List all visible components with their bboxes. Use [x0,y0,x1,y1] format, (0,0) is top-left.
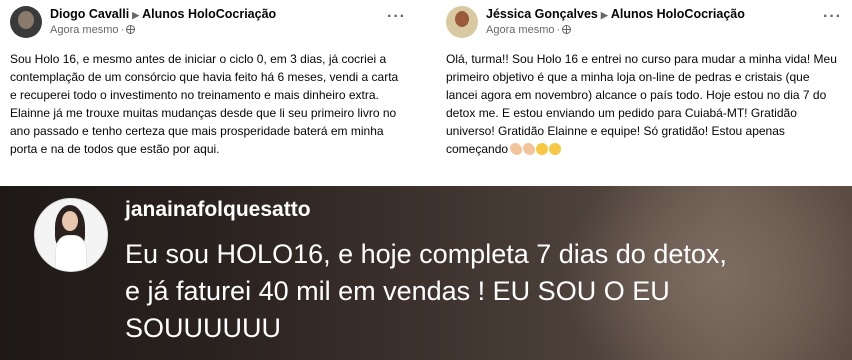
group-name[interactable]: Alunos HoloCocriação [142,7,276,21]
separator-dot: · [556,24,561,36]
comment-username[interactable]: janainafolquesatto [125,198,311,222]
post-text-container: Olá, turma!! Sou Holo 16 e entrei no cur… [446,50,844,160]
post-header: Jéssica Gonçalves ▶ Alunos HoloCocriação A… [446,6,844,40]
avatar-face [62,211,78,231]
more-options-button[interactable]: ··· [823,8,842,26]
post-jessica: Jéssica Gonçalves ▶ Alunos HoloCocriação A… [436,0,852,180]
globe-icon [126,25,136,34]
avatar[interactable] [446,6,478,38]
post-text: Sou Holo 16, e mesmo antes de iniciar o … [10,52,399,156]
separator-dot: · [120,24,125,36]
grinning-sweat-face-icon [536,143,549,155]
post-diogo: Diogo Cavalli ▶ Alunos HoloCocriação Agora… [0,0,418,180]
flexed-arm-icon [523,143,536,155]
author-name[interactable]: Diogo Cavalli [50,7,129,21]
grinning-sweat-face-icon [549,143,562,155]
avatar[interactable] [10,6,42,38]
story-comment-panel: janainafolquesatto Eu sou HOLO16, e hoje… [0,186,852,360]
caret-right-icon: ▶ [132,10,140,20]
post-meta: Diogo Cavalli ▶ Alunos HoloCocriação Agora… [50,7,276,36]
timestamp-line: Agora mesmo · [486,24,745,36]
emoji-row [510,142,562,160]
author-line: Diogo Cavalli ▶ Alunos HoloCocriação [50,7,276,21]
flexed-arm-icon [510,143,523,155]
timestamp-line: Agora mesmo · [50,24,276,36]
post-meta: Jéssica Gonçalves ▶ Alunos HoloCocriação A… [486,7,745,36]
post-header: Diogo Cavalli ▶ Alunos HoloCocriação Agora… [10,6,408,40]
caret-right-icon: ▶ [600,10,608,20]
timestamp[interactable]: Agora mesmo [50,24,118,36]
group-name[interactable]: Alunos HoloCocriação [611,7,745,21]
author-line: Jéssica Gonçalves ▶ Alunos HoloCocriação [486,7,745,21]
timestamp[interactable]: Agora mesmo [486,24,554,36]
author-name[interactable]: Jéssica Gonçalves [486,7,598,21]
avatar-dress [55,235,87,271]
globe-icon [562,25,572,34]
avatar[interactable] [34,198,108,272]
comment-message: Eu sou HOLO16, e hoje completa 7 dias do… [125,239,727,343]
more-options-button[interactable]: ··· [387,8,406,26]
post-text: Olá, turma!! Sou Holo 16 e entrei no cur… [446,52,837,156]
